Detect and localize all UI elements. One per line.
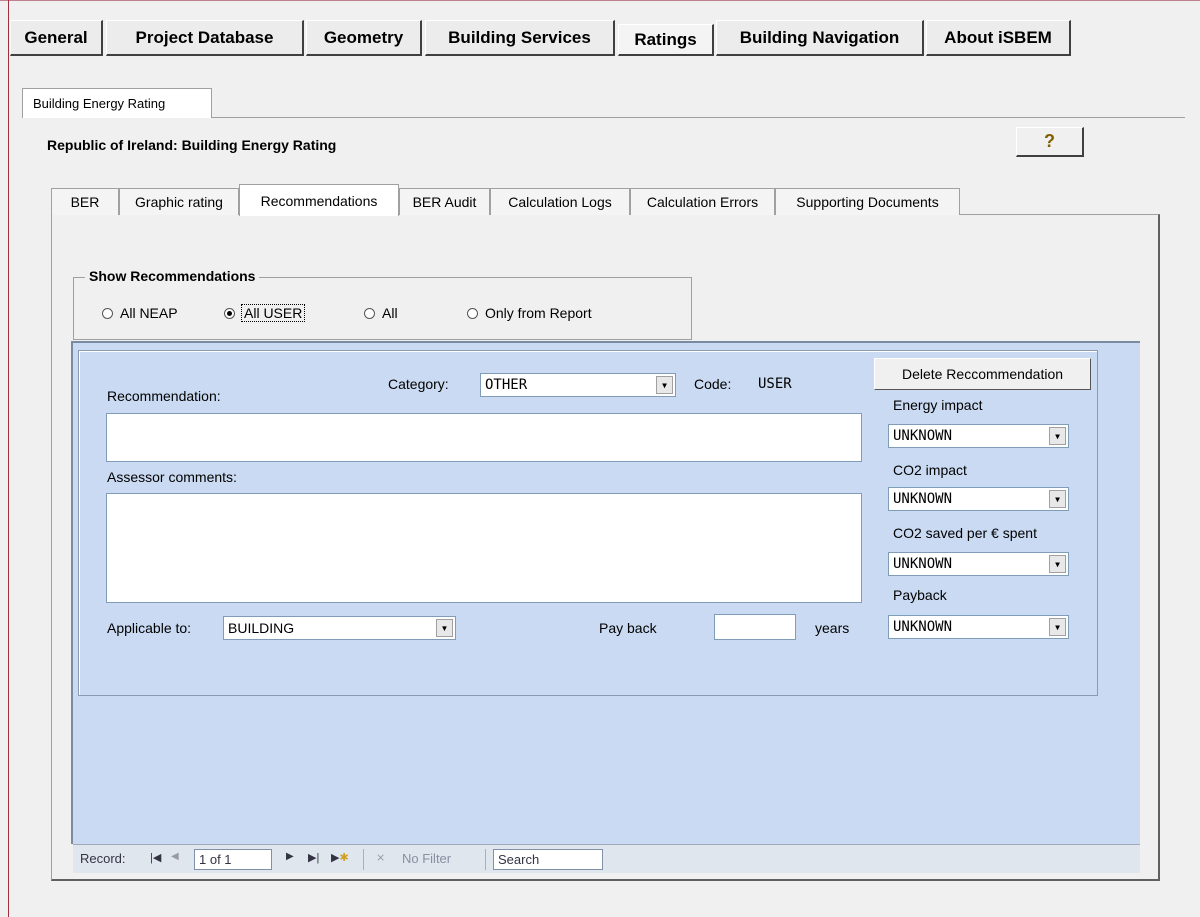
energy-impact-combo[interactable]: UNKNOWN ▼ — [888, 424, 1069, 448]
chevron-down-icon[interactable]: ▼ — [1049, 555, 1066, 573]
tab-building-energy-rating[interactable]: Building Energy Rating — [22, 88, 212, 118]
subtab-graphic-rating[interactable]: Graphic rating — [119, 188, 239, 215]
window-top-border — [0, 0, 1200, 1]
first-record-icon[interactable]: |◀ — [150, 851, 161, 864]
tab-about-isbem[interactable]: About iSBEM — [926, 20, 1071, 56]
current-record-input[interactable]: 1 of 1 — [194, 849, 272, 870]
tab-label: General — [24, 27, 88, 47]
next-record-icon[interactable]: ▶ — [286, 851, 294, 862]
subtab-supporting-documents[interactable]: Supporting Documents — [775, 188, 960, 215]
tab-label: Ratings — [634, 29, 697, 49]
co2-saved-combo[interactable]: UNKNOWN ▼ — [888, 552, 1069, 576]
record-navigator: Record: |◀ ◀ 1 of 1 ▶ ▶| ▶ ✱ ⨯ No Filter … — [73, 844, 1140, 873]
tab-ratings[interactable]: Ratings — [618, 24, 714, 56]
category-label: Category: — [388, 376, 449, 392]
co2-impact-combo[interactable]: UNKNOWN ▼ — [888, 487, 1069, 511]
recommendation-input[interactable] — [106, 413, 862, 462]
subtab-calculation-errors[interactable]: Calculation Errors — [630, 188, 775, 215]
radio-only-from-report[interactable]: Only from Report — [467, 305, 592, 321]
payback-combo[interactable]: UNKNOWN ▼ — [888, 615, 1069, 639]
page-title: Republic of Ireland: Building Energy Rat… — [47, 137, 337, 153]
combo-value: UNKNOWN — [893, 491, 953, 507]
subtab-ber[interactable]: BER — [51, 188, 119, 215]
radio-label: All NEAP — [120, 305, 178, 321]
subtab-recommendations[interactable]: Recommendations — [239, 184, 399, 216]
pay-back-label: Pay back — [599, 620, 657, 636]
tab-label: Project Database — [135, 27, 274, 47]
chevron-down-icon[interactable]: ▼ — [1049, 618, 1066, 636]
energy-impact-label: Energy impact — [893, 397, 983, 413]
radio-label: Only from Report — [485, 305, 592, 321]
tab-label: Building Services — [448, 27, 591, 47]
subtab-ber-audit[interactable]: BER Audit — [399, 188, 490, 215]
help-button[interactable]: ? — [1016, 127, 1084, 157]
record-label: Record: — [80, 851, 126, 866]
applicable-to-combo[interactable]: BUILDING ▼ — [223, 616, 456, 640]
group-label: Show Recommendations — [85, 268, 260, 284]
tab-general[interactable]: General — [10, 20, 103, 56]
chevron-down-icon[interactable]: ▼ — [436, 619, 453, 637]
previous-record-icon[interactable]: ◀ — [171, 851, 179, 862]
applicable-to-label: Applicable to: — [107, 620, 192, 636]
tab-label: Geometry — [323, 27, 404, 47]
combo-value: UNKNOWN — [893, 556, 953, 572]
radio-circle-icon — [467, 307, 478, 319]
pay-back-input[interactable] — [714, 614, 796, 640]
subtab-calculation-logs[interactable]: Calculation Logs — [490, 188, 630, 215]
chevron-down-icon[interactable]: ▼ — [1049, 427, 1066, 445]
radio-circle-icon — [102, 307, 113, 319]
tab-label: About iSBEM — [944, 27, 1052, 47]
tab-building-navigation[interactable]: Building Navigation — [716, 20, 924, 56]
combo-value: UNKNOWN — [893, 619, 953, 635]
radio-label: All — [382, 305, 398, 321]
filter-icon: ⨯ — [376, 852, 386, 864]
assessor-comments-label: Assessor comments: — [107, 469, 237, 485]
tab-geometry[interactable]: Geometry — [306, 20, 422, 56]
category-combo[interactable]: OTHER ▼ — [480, 373, 676, 397]
chevron-down-icon[interactable]: ▼ — [656, 376, 673, 394]
delete-recommendation-button[interactable]: Delete Reccommendation — [874, 358, 1091, 390]
radio-all[interactable]: All — [364, 305, 398, 321]
code-value: USER — [758, 376, 792, 392]
tab-project-database[interactable]: Project Database — [106, 20, 304, 56]
radio-label: All USER — [240, 304, 306, 322]
new-record-icon[interactable]: ▶ ✱ — [331, 851, 349, 864]
help-icon: ? — [1044, 131, 1055, 151]
window-left-border — [8, 0, 9, 917]
tab-building-services[interactable]: Building Services — [425, 20, 615, 56]
radio-all-neap[interactable]: All NEAP — [102, 305, 178, 321]
combo-value: OTHER — [485, 377, 528, 393]
code-label: Code: — [694, 376, 732, 392]
combo-value: BUILDING — [228, 620, 295, 636]
radio-selected-icon — [224, 307, 235, 319]
combo-value: UNKNOWN — [893, 428, 953, 444]
years-label: years — [815, 620, 850, 636]
chevron-down-icon[interactable]: ▼ — [1049, 490, 1066, 508]
tab-label: Building Navigation — [739, 27, 900, 47]
divider — [363, 849, 364, 870]
radio-circle-icon — [364, 307, 375, 319]
last-record-icon[interactable]: ▶| — [308, 851, 319, 864]
no-filter-button[interactable]: No Filter — [402, 851, 451, 866]
recommendation-label: Recommendation: — [107, 388, 221, 404]
co2-impact-label: CO2 impact — [893, 462, 967, 478]
payback-label: Payback — [893, 587, 947, 603]
co2-saved-label: CO2 saved per € spent — [893, 525, 1037, 541]
radio-all-user[interactable]: All USER — [224, 304, 306, 322]
search-input[interactable]: Search — [493, 849, 603, 870]
assessor-comments-input[interactable] — [106, 493, 862, 603]
divider — [485, 849, 486, 870]
